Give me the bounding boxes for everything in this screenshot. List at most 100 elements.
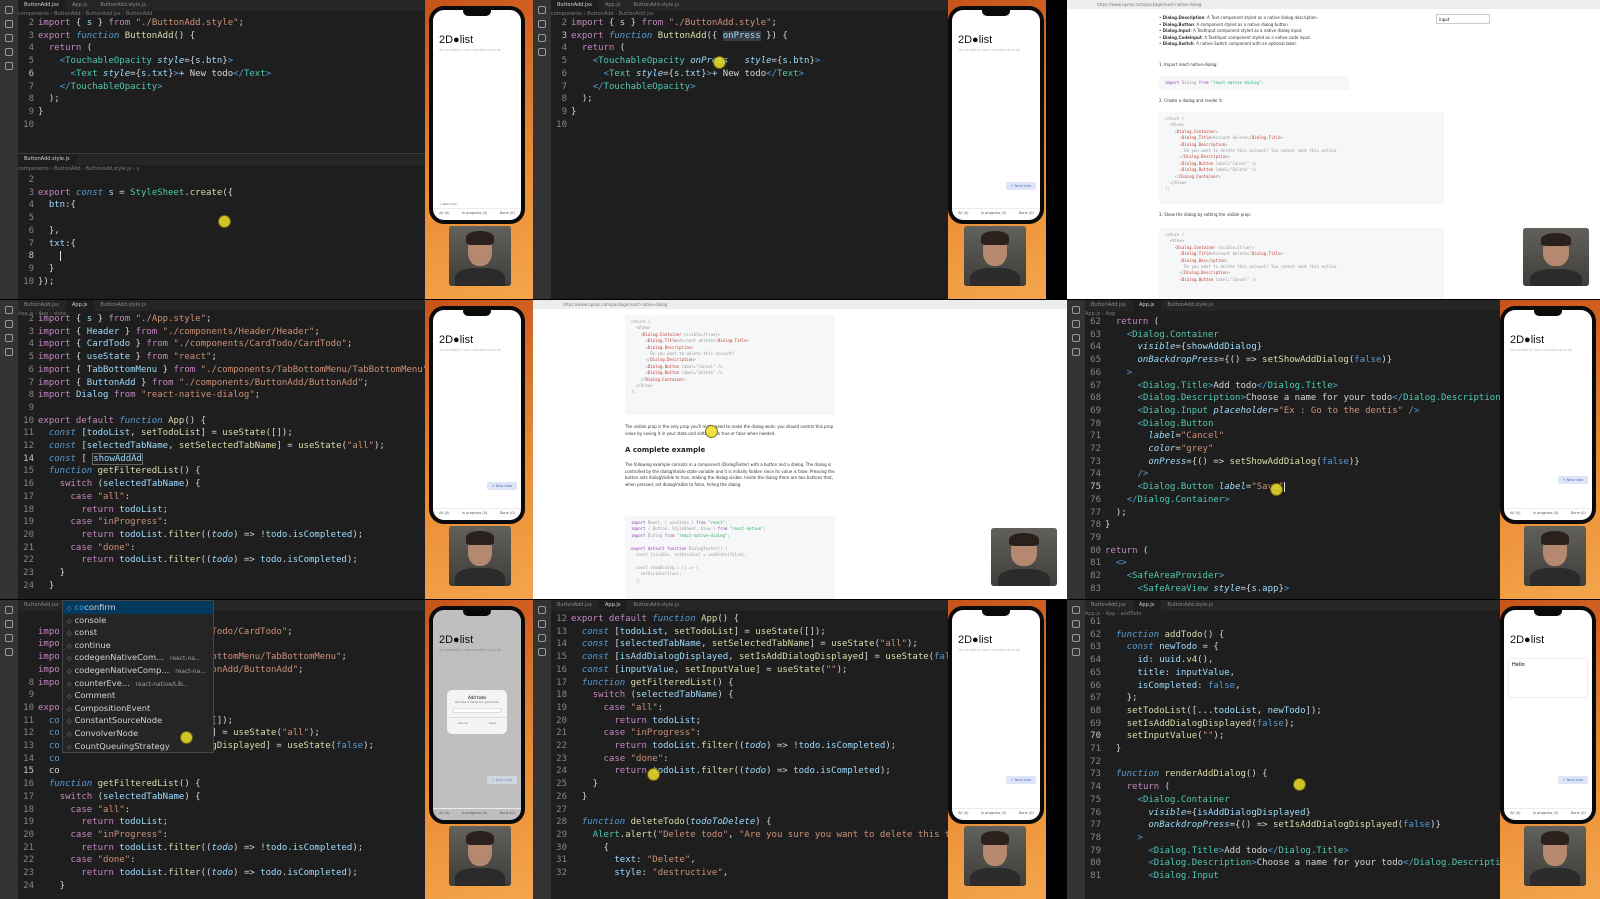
- browser-toolbar[interactable]: https://www.npmjs.com/package/react-nati…: [1067, 0, 1600, 9]
- tab-bar[interactable]: ButtonAdd.jsxApp.jsButtonAdd.style.js: [18, 300, 425, 311]
- menu-done[interactable]: Done (0): [500, 211, 515, 215]
- phone-simulator[interactable]: 2D●list You probably have something to d…: [1500, 306, 1596, 524]
- tab-app[interactable]: App.js: [1132, 300, 1162, 311]
- dialog-input[interactable]: [453, 708, 501, 713]
- suggestion-item[interactable]: ◇ continue: [63, 639, 213, 652]
- phone-simulator[interactable]: 2D●list You probably have something to d…: [948, 606, 1044, 824]
- code-editor[interactable]: 2 import { s } from "./ButtonAdd.style"; …: [551, 17, 820, 131]
- tab-bottom-menu[interactable]: All (0) In progress (0) Done (0): [433, 808, 521, 816]
- tab-buttonadd[interactable]: ButtonAdd.jsx: [18, 0, 66, 11]
- tab-bottom-menu[interactable]: All (0) In progress (0) Done (0): [433, 508, 521, 516]
- tab-buttonadd-style-lower[interactable]: ButtonAdd.style.js: [18, 154, 77, 165]
- tab-bar[interactable]: ButtonAdd.jsxApp.jsButtonAdd.style.js: [1085, 600, 1500, 611]
- phone-simulator[interactable]: 2D●list Hello + New todo All (0) In progr…: [1500, 606, 1596, 824]
- new-todo-button[interactable]: + New todo: [1558, 776, 1588, 784]
- todo-card[interactable]: Hello: [1508, 658, 1588, 698]
- menu-in-progress[interactable]: In progress (0): [1533, 811, 1559, 815]
- activity-bar[interactable]: [1067, 600, 1085, 899]
- menu-done[interactable]: Done (0): [1019, 811, 1034, 815]
- add-todo-dialog[interactable]: Add todo Choose a name for your todo Can…: [447, 690, 507, 734]
- code-editor[interactable]: 61 62 function addTodo() { 63 const newT…: [1085, 616, 1500, 883]
- tab-buttonadd[interactable]: ButtonAdd.jsx: [18, 600, 66, 611]
- tab-buttonadd-style[interactable]: ButtonAdd.style.js: [627, 600, 686, 611]
- menu-all[interactable]: All (0): [439, 211, 449, 215]
- suggestion-item[interactable]: ◇ ConstantSourceNode: [63, 714, 213, 727]
- phone-simulator[interactable]: 2D●list You probably have something to d…: [429, 606, 525, 824]
- code-editor[interactable]: 2 import { s } from "./App.style"; 3 impor…: [18, 313, 425, 592]
- suggestion-item[interactable]: ◇ counterEve... react-native/Lib...: [63, 677, 213, 690]
- menu-all[interactable]: All (0): [1510, 811, 1520, 815]
- menu-done[interactable]: Done (0): [1571, 811, 1586, 815]
- activity-bar[interactable]: [0, 600, 18, 899]
- menu-all[interactable]: All (0): [958, 211, 968, 215]
- tab-app[interactable]: App.js: [599, 0, 627, 11]
- suggestion-item[interactable]: ◇ console: [63, 614, 213, 627]
- suggestion-item[interactable]: ◇ const: [63, 626, 213, 639]
- tab-buttonadd-style[interactable]: ButtonAdd.style.js: [627, 0, 686, 11]
- menu-in-progress[interactable]: In progress (0): [1533, 511, 1559, 515]
- code-editor[interactable]: 12 export default function App() { 13 con…: [551, 613, 948, 880]
- menu-in-progress[interactable]: In progress (0): [462, 511, 488, 515]
- tab-bottom-menu[interactable]: All (0) In progress (0) Done (0): [1504, 508, 1592, 516]
- tab-bar[interactable]: ButtonAdd.jsxApp.jsButtonAdd.style.js: [551, 0, 948, 11]
- tab-buttonadd-style[interactable]: ButtonAdd.style.js: [1161, 300, 1220, 311]
- new-todo-button[interactable]: + New todo: [1006, 182, 1036, 190]
- menu-all[interactable]: All (0): [439, 511, 449, 515]
- menu-in-progress[interactable]: In progress (0): [981, 211, 1007, 215]
- new-todo-text[interactable]: + New todo: [439, 202, 457, 206]
- tab-buttonadd[interactable]: ButtonAdd.jsx: [1085, 300, 1133, 311]
- tab-app[interactable]: App.js: [65, 300, 95, 311]
- menu-done[interactable]: Done (0): [500, 511, 515, 515]
- autocomplete-dropdown[interactable]: ◇ coconfirm ◇ console ◇ const ◇ continue ◇ co…: [62, 600, 214, 754]
- address-bar[interactable]: https://www.npmjs.com/package/react-nati…: [563, 302, 667, 307]
- phone-simulator[interactable]: 2D●list You probably have something to d…: [429, 6, 525, 224]
- activity-bar[interactable]: [0, 0, 18, 299]
- phone-simulator[interactable]: 2D●list You probably have something to d…: [948, 6, 1044, 224]
- tab-buttonadd[interactable]: ButtonAdd.jsx: [551, 0, 599, 11]
- dialog-save-button[interactable]: Save: [489, 721, 496, 725]
- menu-in-progress[interactable]: In progress (0): [462, 211, 488, 215]
- tab-buttonadd-style[interactable]: ButtonAdd.style.js: [94, 0, 153, 11]
- suggestion-item[interactable]: ◇ coconfirm: [63, 601, 213, 614]
- find-box[interactable]: input: [1436, 14, 1490, 24]
- browser-toolbar[interactable]: https://www.npmjs.com/package/react-nati…: [533, 300, 1067, 309]
- tab-buttonadd[interactable]: ButtonAdd.jsx: [551, 600, 599, 611]
- tab-bar[interactable]: ButtonAdd.jsxApp.jsButtonAdd.style.js: [1085, 300, 1500, 311]
- menu-all[interactable]: All (0): [1510, 511, 1520, 515]
- suggestion-item[interactable]: ◇ codegenNativeCom... react-na...: [63, 651, 213, 664]
- code-editor[interactable]: 2 import { s } from "./ButtonAdd.style"; …: [18, 17, 271, 131]
- activity-bar[interactable]: [533, 600, 551, 899]
- tab-bottom-menu[interactable]: All (0) In progress (0) Done (0): [952, 208, 1040, 216]
- tab-buttonadd[interactable]: ButtonAdd.jsx: [18, 300, 66, 311]
- tab-bottom-menu[interactable]: All (0) In progress (0) Done (0): [952, 808, 1040, 816]
- new-todo-button[interactable]: + New todo: [487, 776, 517, 784]
- dialog-cancel-button[interactable]: Cancel: [458, 721, 468, 725]
- suggestion-item[interactable]: ◇ codegenNativeComp... react-na...: [63, 664, 213, 677]
- menu-in-progress[interactable]: In progress (0): [462, 811, 488, 815]
- menu-done[interactable]: Done (0): [1571, 511, 1586, 515]
- phone-simulator[interactable]: 2D●list You probably have something to d…: [429, 306, 525, 524]
- menu-done[interactable]: Done (0): [1019, 211, 1034, 215]
- menu-all[interactable]: All (0): [958, 811, 968, 815]
- address-bar[interactable]: https://www.npmjs.com/package/react-nati…: [1097, 2, 1201, 7]
- menu-done[interactable]: Done (0): [500, 811, 515, 815]
- activity-bar[interactable]: [533, 0, 551, 299]
- tab-bar[interactable]: ButtonAdd.jsxApp.jsButtonAdd.style.js: [551, 600, 948, 611]
- menu-in-progress[interactable]: In progress (0): [981, 811, 1007, 815]
- tab-bottom-menu[interactable]: All (0) In progress (0) Done (0): [1504, 808, 1592, 816]
- new-todo-button[interactable]: + New todo: [1558, 476, 1588, 484]
- new-todo-button[interactable]: + New todo: [487, 482, 517, 490]
- suggestion-item[interactable]: ◇ CompositionEvent: [63, 702, 213, 715]
- tab-app[interactable]: App.js: [1132, 600, 1162, 611]
- activity-bar[interactable]: [1067, 300, 1085, 599]
- tab-app[interactable]: App.js: [598, 600, 628, 611]
- suggestion-item[interactable]: ◇ Comment: [63, 689, 213, 702]
- tab-buttonadd[interactable]: ButtonAdd.jsx: [1085, 600, 1133, 611]
- menu-all[interactable]: All (0): [439, 811, 449, 815]
- tab-app[interactable]: App.js: [66, 0, 94, 11]
- tab-buttonadd-style[interactable]: ButtonAdd.style.js: [1161, 600, 1220, 611]
- tab-bottom-menu[interactable]: All (0) In progress (0) Done (0): [433, 208, 521, 216]
- tab-buttonadd-style[interactable]: ButtonAdd.style.js: [94, 300, 153, 311]
- activity-bar[interactable]: [0, 300, 18, 599]
- new-todo-button[interactable]: + New todo: [1006, 776, 1036, 784]
